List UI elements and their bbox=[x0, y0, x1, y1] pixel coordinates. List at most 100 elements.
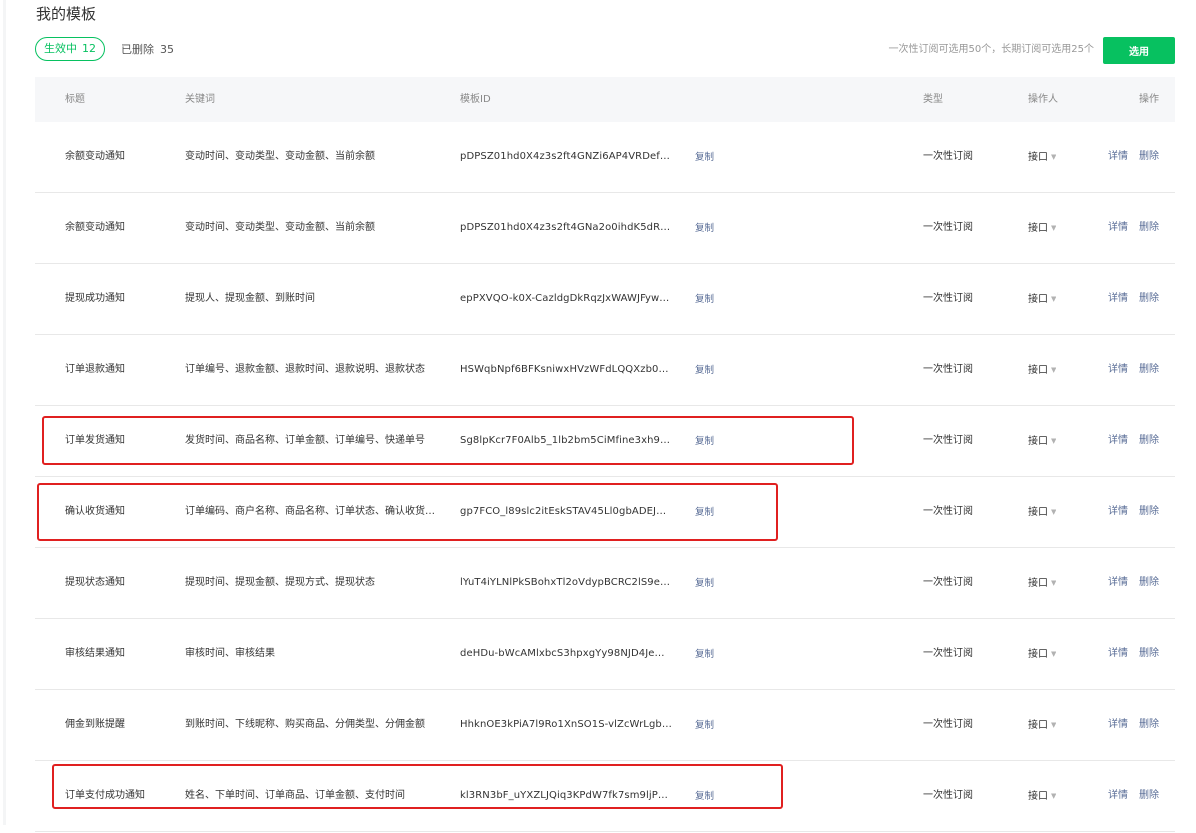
operator-dropdown[interactable]: 接口 ▼ bbox=[1028, 548, 1056, 619]
filter-deleted-count: 35 bbox=[160, 42, 174, 56]
template-id: HSWqbNpf6BFKsniwxHVzWFdLQQXzb0… bbox=[460, 364, 669, 375]
template-keywords: 变动时间、变动类型、变动金额、当前余额 bbox=[185, 222, 375, 233]
template-type: 一次性订阅 bbox=[923, 577, 973, 588]
table-row: 余额变动通知 变动时间、变动类型、变动金额、当前余额 pDPSZ01hd0X4z3s… bbox=[35, 193, 1175, 264]
caret-down-icon: ▼ bbox=[1051, 579, 1057, 587]
detail-link[interactable]: 详情 bbox=[1108, 264, 1128, 334]
detail-link[interactable]: 详情 bbox=[1108, 477, 1128, 547]
table-row: 订单支付成功通知 姓名、下单时间、订单商品、订单金额、支付时间 kl3RN3bF_u… bbox=[35, 761, 1175, 832]
template-keywords: 审核时间、审核结果 bbox=[185, 648, 275, 659]
copy-id-link[interactable]: 复制 bbox=[695, 406, 714, 478]
detail-link[interactable]: 详情 bbox=[1108, 406, 1128, 476]
template-table: 标题 关键词 模板ID 类型 操作人 操作 余额变动通知 变动时间、变动类型、变动… bbox=[35, 77, 1175, 832]
detail-link[interactable]: 详情 bbox=[1108, 335, 1128, 405]
template-id: kl3RN3bF_uYXZLJQiq3KPdW7fk7sm9ljP… bbox=[460, 790, 669, 801]
operator-dropdown[interactable]: 接口 ▼ bbox=[1028, 193, 1056, 264]
operator-dropdown[interactable]: 接口 ▼ bbox=[1028, 406, 1056, 477]
copy-id-link[interactable]: 复制 bbox=[695, 264, 714, 336]
template-title: 订单发货通知 bbox=[65, 435, 125, 446]
filter-active-label: 生效中 bbox=[44, 42, 77, 55]
column-header-keywords: 关键词 bbox=[185, 94, 215, 105]
table-row: 订单退款通知 订单编号、退款金额、退款时间、退款说明、退款状态 HSWqbNpf6B… bbox=[35, 335, 1175, 406]
copy-id-link[interactable]: 复制 bbox=[695, 690, 714, 762]
caret-down-icon: ▼ bbox=[1051, 153, 1057, 161]
delete-link[interactable]: 删除 bbox=[1139, 122, 1159, 192]
detail-link[interactable]: 详情 bbox=[1108, 122, 1128, 192]
template-keywords: 提现人、提现金额、到账时间 bbox=[185, 293, 315, 304]
operator-label: 接口 bbox=[1028, 365, 1048, 376]
operator-label: 接口 bbox=[1028, 152, 1048, 163]
table-row: 确认收货通知 订单编码、商户名称、商品名称、订单状态、确认收货… gp7FCO_l8… bbox=[35, 477, 1175, 548]
caret-down-icon: ▼ bbox=[1051, 224, 1057, 232]
select-template-button[interactable]: 选用 bbox=[1103, 37, 1175, 64]
delete-link[interactable]: 删除 bbox=[1139, 264, 1159, 334]
copy-id-link[interactable]: 复制 bbox=[695, 122, 714, 194]
template-keywords: 变动时间、变动类型、变动金额、当前余额 bbox=[185, 151, 375, 162]
operator-dropdown[interactable]: 接口 ▼ bbox=[1028, 477, 1056, 548]
template-title: 余额变动通知 bbox=[65, 151, 125, 162]
delete-link[interactable]: 删除 bbox=[1139, 406, 1159, 476]
template-keywords: 订单编号、退款金额、退款时间、退款说明、退款状态 bbox=[185, 364, 425, 375]
template-title: 提现状态通知 bbox=[65, 577, 125, 588]
operator-dropdown[interactable]: 接口 ▼ bbox=[1028, 264, 1056, 335]
operator-label: 接口 bbox=[1028, 223, 1048, 234]
operator-label: 接口 bbox=[1028, 649, 1048, 660]
operator-dropdown[interactable]: 接口 ▼ bbox=[1028, 619, 1056, 690]
template-title: 提现成功通知 bbox=[65, 293, 125, 304]
filter-deleted-tab[interactable]: 已删除 35 bbox=[121, 41, 174, 57]
detail-link[interactable]: 详情 bbox=[1108, 548, 1128, 618]
template-type: 一次性订阅 bbox=[923, 293, 973, 304]
template-title: 订单退款通知 bbox=[65, 364, 125, 375]
copy-id-link[interactable]: 复制 bbox=[695, 335, 714, 407]
delete-link[interactable]: 删除 bbox=[1139, 761, 1159, 831]
template-id: HhknOE3kPiA7l9Ro1XnSO1S-vlZcWrLgb… bbox=[460, 719, 672, 730]
table-row: 提现状态通知 提现时间、提现金额、提现方式、提现状态 lYuT4iYLNlPkSBo… bbox=[35, 548, 1175, 619]
filter-active-tab[interactable]: 生效中 12 bbox=[35, 37, 105, 61]
column-header-title: 标题 bbox=[65, 94, 85, 105]
operator-dropdown[interactable]: 接口 ▼ bbox=[1028, 335, 1056, 406]
template-title: 审核结果通知 bbox=[65, 648, 125, 659]
copy-id-link[interactable]: 复制 bbox=[695, 477, 714, 549]
delete-link[interactable]: 删除 bbox=[1139, 619, 1159, 689]
caret-down-icon: ▼ bbox=[1051, 295, 1057, 303]
operator-label: 接口 bbox=[1028, 720, 1048, 731]
table-body: 余额变动通知 变动时间、变动类型、变动金额、当前余额 pDPSZ01hd0X4z3s… bbox=[35, 122, 1175, 832]
template-type: 一次性订阅 bbox=[923, 506, 973, 517]
template-type: 一次性订阅 bbox=[923, 790, 973, 801]
operator-label: 接口 bbox=[1028, 294, 1048, 305]
template-type: 一次性订阅 bbox=[923, 222, 973, 233]
left-divider bbox=[3, 0, 6, 825]
template-id: Sg8lpKcr7F0Alb5_1lb2bm5CiMfine3xh9… bbox=[460, 435, 671, 446]
delete-link[interactable]: 删除 bbox=[1139, 548, 1159, 618]
copy-id-link[interactable]: 复制 bbox=[695, 548, 714, 620]
template-type: 一次性订阅 bbox=[923, 151, 973, 162]
delete-link[interactable]: 删除 bbox=[1139, 335, 1159, 405]
delete-link[interactable]: 删除 bbox=[1139, 477, 1159, 547]
template-keywords: 发货时间、商品名称、订单金额、订单编号、快递单号 bbox=[185, 435, 425, 446]
detail-link[interactable]: 详情 bbox=[1108, 690, 1128, 760]
table-header: 标题 关键词 模板ID 类型 操作人 操作 bbox=[35, 77, 1175, 122]
operator-dropdown[interactable]: 接口 ▼ bbox=[1028, 122, 1056, 193]
column-header-actions: 操作 bbox=[1139, 94, 1159, 105]
operator-label: 接口 bbox=[1028, 578, 1048, 589]
status-filters: 生效中 12 已删除 35 bbox=[35, 37, 174, 61]
copy-id-link[interactable]: 复制 bbox=[695, 761, 714, 833]
delete-link[interactable]: 删除 bbox=[1139, 690, 1159, 760]
table-row: 订单发货通知 发货时间、商品名称、订单金额、订单编号、快递单号 Sg8lpKcr7F… bbox=[35, 406, 1175, 477]
detail-link[interactable]: 详情 bbox=[1108, 193, 1128, 263]
delete-link[interactable]: 删除 bbox=[1139, 193, 1159, 263]
operator-label: 接口 bbox=[1028, 507, 1048, 518]
template-keywords: 提现时间、提现金额、提现方式、提现状态 bbox=[185, 577, 375, 588]
detail-link[interactable]: 详情 bbox=[1108, 619, 1128, 689]
detail-link[interactable]: 详情 bbox=[1108, 761, 1128, 831]
copy-id-link[interactable]: 复制 bbox=[695, 619, 714, 691]
copy-id-link[interactable]: 复制 bbox=[695, 193, 714, 265]
template-type: 一次性订阅 bbox=[923, 719, 973, 730]
filter-active-count: 12 bbox=[82, 42, 96, 55]
operator-dropdown[interactable]: 接口 ▼ bbox=[1028, 761, 1056, 832]
operator-dropdown[interactable]: 接口 ▼ bbox=[1028, 690, 1056, 761]
operator-label: 接口 bbox=[1028, 791, 1048, 802]
template-keywords: 姓名、下单时间、订单商品、订单金额、支付时间 bbox=[185, 790, 405, 801]
caret-down-icon: ▼ bbox=[1051, 508, 1057, 516]
template-type: 一次性订阅 bbox=[923, 435, 973, 446]
